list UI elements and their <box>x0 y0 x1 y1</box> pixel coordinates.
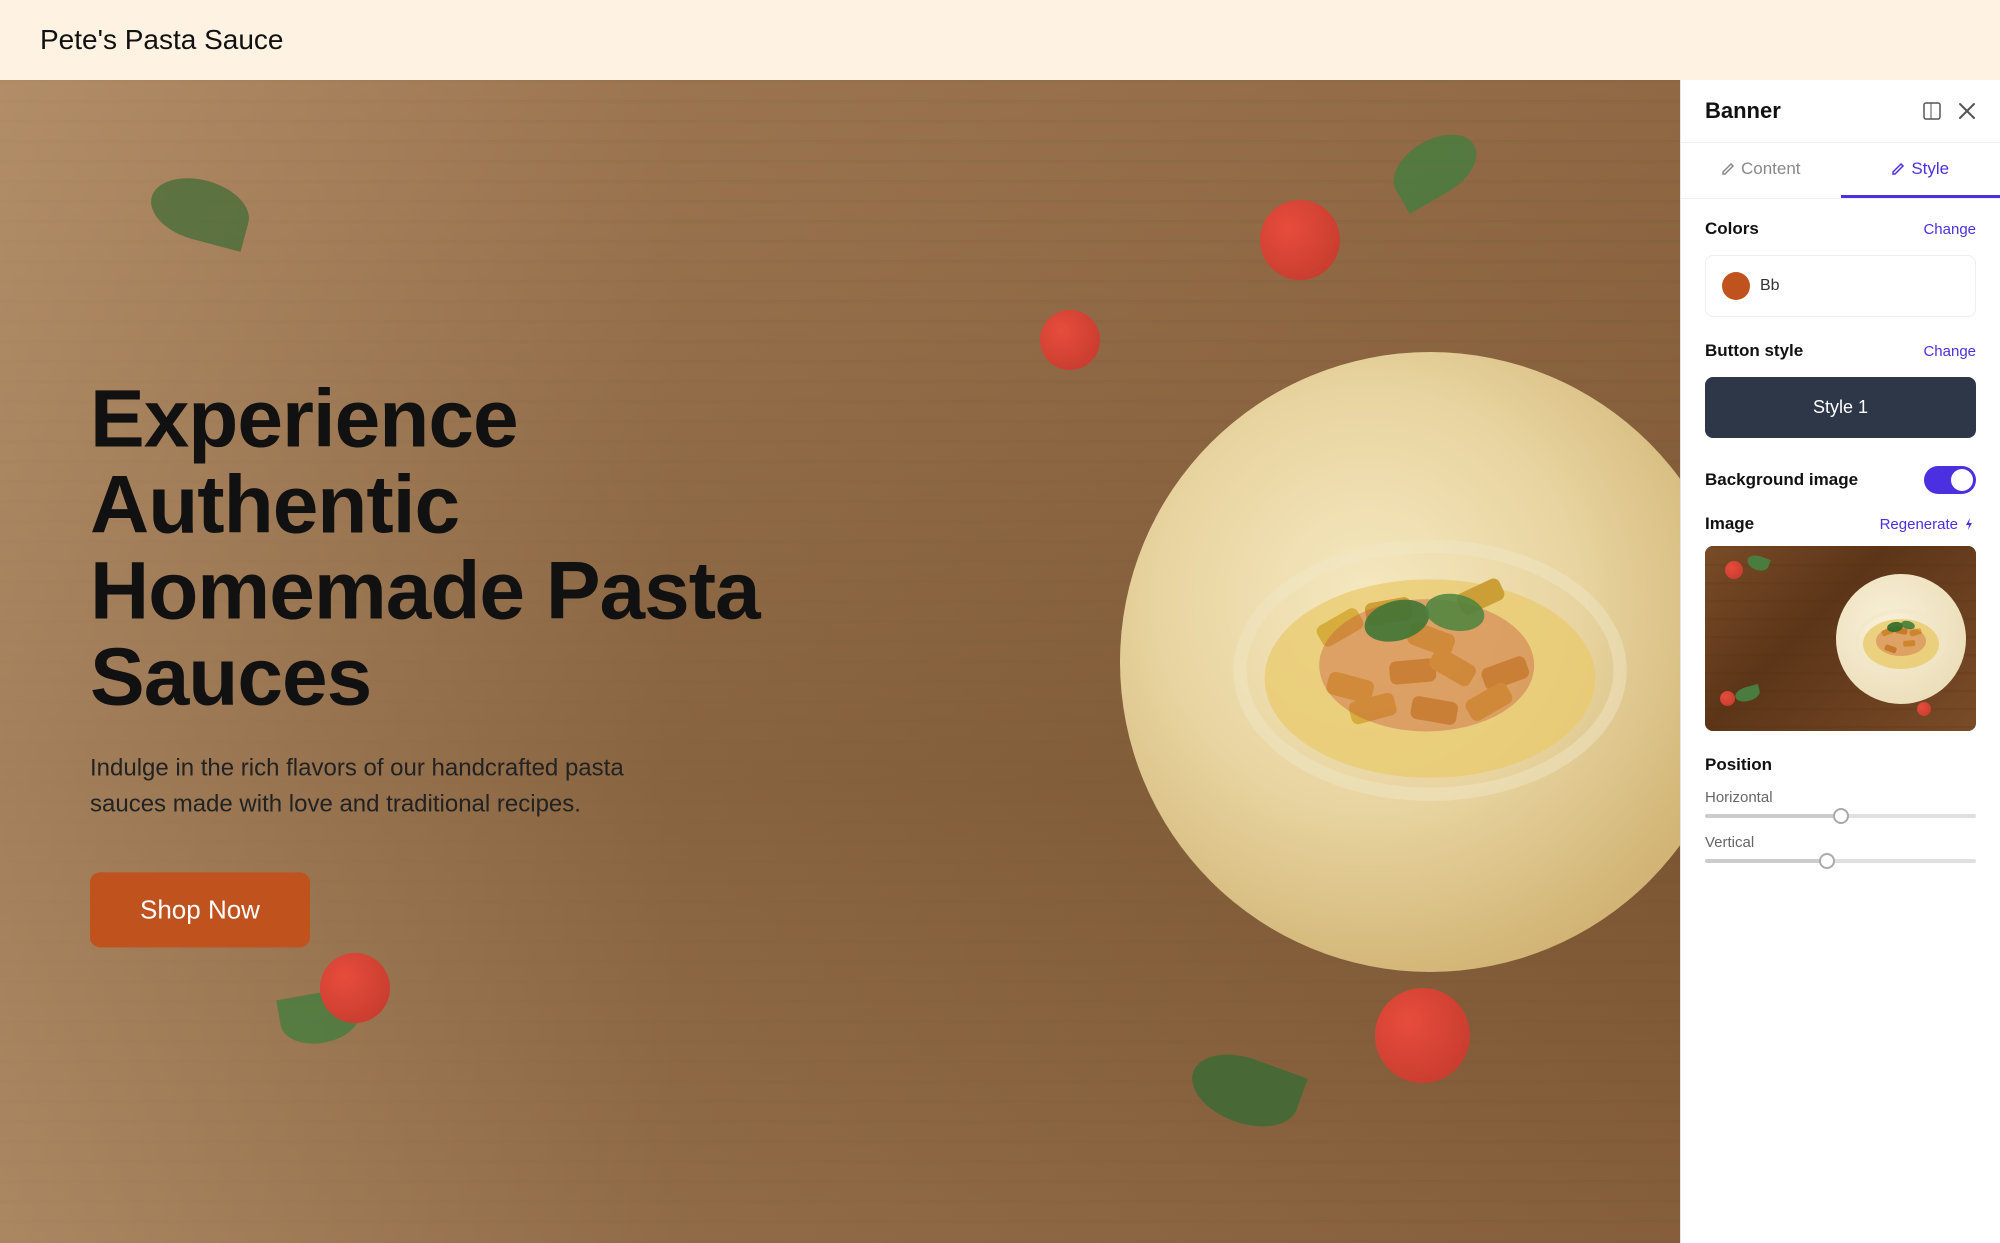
tab-style[interactable]: Style <box>1841 143 2000 198</box>
main-area: Experience Authentic Homemade Pasta Sauc… <box>0 80 2000 1243</box>
vertical-slider[interactable] <box>1705 859 1976 863</box>
image-section: Image Regenerate <box>1705 514 1976 731</box>
pencil-icon-content <box>1721 162 1735 176</box>
panel-header: Banner <box>1681 80 2000 143</box>
right-panel: Banner <box>1680 80 2000 1243</box>
preview-tomato-1 <box>1725 561 1743 579</box>
color-swatch[interactable] <box>1722 272 1750 300</box>
vertical-slider-row: Vertical <box>1705 834 1976 863</box>
tomato-3 <box>320 953 390 1023</box>
btn-style-header: Button style Change <box>1705 341 1976 361</box>
header: Pete's Pasta Sauce <box>0 0 2000 80</box>
btn-style-change[interactable]: Change <box>1923 343 1976 360</box>
pasta-svg <box>1182 414 1678 910</box>
lightning-icon <box>1962 517 1976 531</box>
preview-tomato-3 <box>1917 702 1931 716</box>
close-button[interactable] <box>1958 102 1976 120</box>
banner-content: Experience Authentic Homemade Pasta Sauc… <box>90 376 770 947</box>
panel-title: Banner <box>1705 98 1781 124</box>
collapse-button[interactable] <box>1922 101 1942 121</box>
bg-image-section: Background image <box>1705 466 1976 494</box>
vertical-fill <box>1705 859 1827 863</box>
preview-pasta-svg <box>1851 589 1951 689</box>
banner-subtext: Indulge in the rich flavors of our handc… <box>90 750 650 822</box>
colors-change-btn[interactable]: Change <box>1923 221 1976 238</box>
bg-toggle-row: Background image <box>1705 466 1976 494</box>
bg-image-label: Background image <box>1705 470 1858 490</box>
shop-now-button[interactable]: Shop Now <box>90 872 310 947</box>
btn-style-preview[interactable]: Style 1 <box>1705 377 1976 438</box>
banner-section: Experience Authentic Homemade Pasta Sauc… <box>0 80 1680 1243</box>
panel-header-icons <box>1922 101 1976 121</box>
image-section-header: Image Regenerate <box>1705 514 1976 534</box>
tomato-4 <box>1040 310 1100 370</box>
vertical-label: Vertical <box>1705 834 1976 851</box>
button-style-section: Button style Change Style 1 <box>1705 341 1976 438</box>
horizontal-thumb[interactable] <box>1833 808 1849 824</box>
bg-image-toggle[interactable] <box>1924 466 1976 494</box>
preview-tomato-2 <box>1720 691 1735 706</box>
tomato-1 <box>1260 200 1340 280</box>
image-label: Image <box>1705 514 1754 534</box>
site-title: Pete's Pasta Sauce <box>40 24 284 56</box>
colors-section-header: Colors Change <box>1705 219 1976 239</box>
horizontal-slider[interactable] <box>1705 814 1976 818</box>
panel-tabs: Content Style <box>1681 143 2000 199</box>
tab-content[interactable]: Content <box>1681 143 1841 198</box>
colors-label: Colors <box>1705 219 1759 239</box>
tomato-2 <box>1375 988 1470 1083</box>
banner-heading: Experience Authentic Homemade Pasta Sauc… <box>90 376 770 720</box>
position-label: Position <box>1705 755 1976 775</box>
collapse-icon <box>1922 101 1942 121</box>
position-section: Position Horizontal Vertical <box>1705 755 1976 863</box>
preview-plate <box>1836 574 1966 704</box>
pencil-icon-style <box>1891 162 1905 176</box>
vertical-thumb[interactable] <box>1819 853 1835 869</box>
panel-body: Colors Change Bb Button style Change Sty… <box>1681 199 2000 1243</box>
horizontal-fill <box>1705 814 1841 818</box>
color-area: Bb <box>1705 255 1976 317</box>
btn-style-label: Button style <box>1705 341 1803 361</box>
regenerate-button[interactable]: Regenerate <box>1880 516 1976 533</box>
horizontal-label: Horizontal <box>1705 789 1976 806</box>
close-icon <box>1958 102 1976 120</box>
pasta-plate-inner <box>1120 352 1680 972</box>
image-preview[interactable] <box>1705 546 1976 731</box>
horizontal-slider-row: Horizontal <box>1705 789 1976 818</box>
color-name: Bb <box>1760 277 1780 295</box>
pasta-plate <box>1120 352 1680 972</box>
